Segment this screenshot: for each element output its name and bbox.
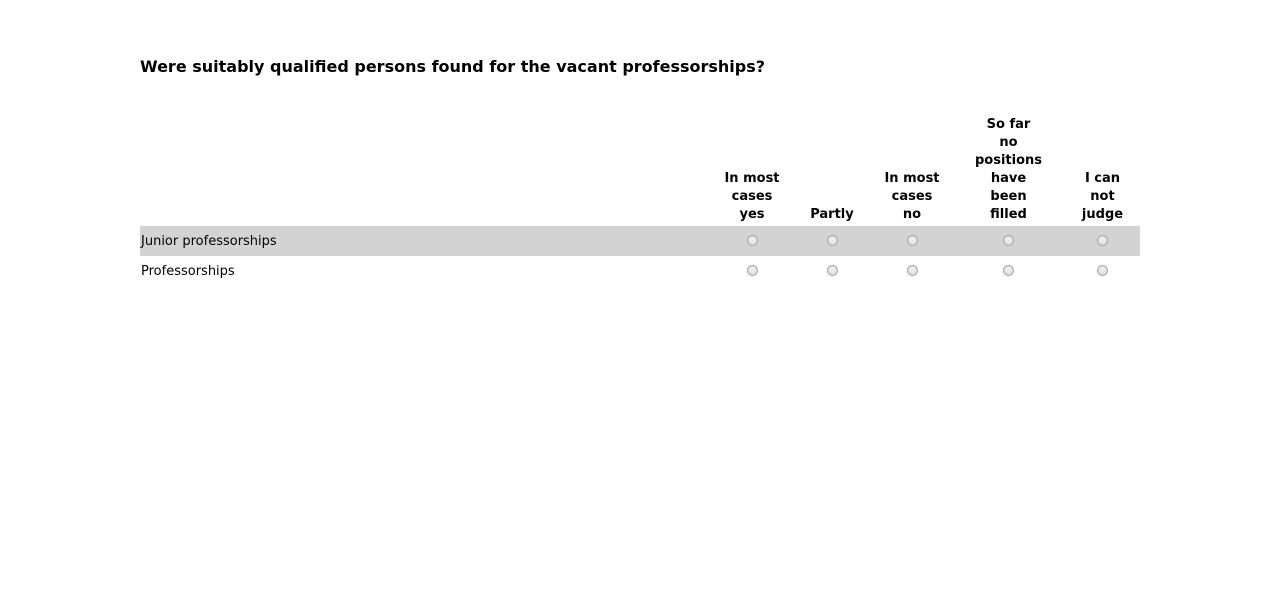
radio-professorships-partly[interactable] (826, 264, 838, 276)
matrix-header-blank (140, 116, 712, 226)
question-title: Were suitably qualified persons found fo… (140, 57, 766, 76)
radio-junior-cannot-judge[interactable] (1097, 234, 1108, 246)
radio-professorships-mostly-yes[interactable] (746, 264, 758, 276)
row-label-professorships: Professorships (141, 263, 235, 279)
column-header-no-positions-filled: So far no positions have been filled (974, 117, 1043, 222)
radio-junior-mostly-yes[interactable] (746, 234, 758, 246)
column-header-partly: Partly (810, 207, 854, 222)
radio-professorships-cannot-judge[interactable] (1097, 264, 1108, 276)
matrix-row-professorships: Professorships (140, 256, 1140, 286)
radio-professorships-mostly-no[interactable] (906, 264, 918, 276)
answer-matrix: In most cases yes Partly In most cases n… (140, 116, 1140, 286)
column-header-cannot-judge: I can not judge (1081, 171, 1124, 222)
column-header-mostly-no: In most cases no (884, 171, 940, 222)
radio-professorships-no-positions-filled[interactable] (1003, 264, 1014, 276)
radio-junior-no-positions-filled[interactable] (1003, 234, 1014, 246)
radio-junior-partly[interactable] (826, 234, 838, 246)
matrix-row-junior-professorships: Junior professorships (140, 226, 1140, 256)
matrix-header-row: In most cases yes Partly In most cases n… (140, 116, 1140, 226)
column-header-mostly-yes: In most cases yes (724, 171, 780, 222)
row-label-junior-professorships: Junior professorships (140, 226, 712, 256)
radio-junior-mostly-no[interactable] (906, 234, 918, 246)
